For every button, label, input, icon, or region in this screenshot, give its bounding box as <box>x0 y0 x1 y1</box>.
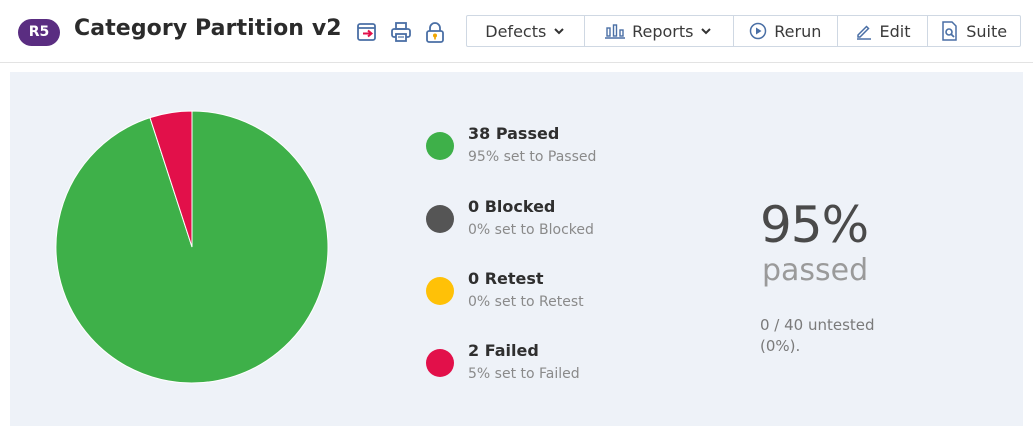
chevron-down-icon <box>553 25 565 37</box>
edit-button-label: Edit <box>879 21 911 41</box>
rerun-button[interactable]: Rerun <box>734 16 838 46</box>
legend-count: 2 Failed <box>468 341 539 360</box>
run-summary-panel: 38 Passed 95% set to Passed 0 Blocked 0%… <box>10 72 1023 426</box>
lock-icon[interactable] <box>423 20 447 44</box>
untested-count: 0 / 40 untested <box>760 316 875 334</box>
legend-percent: 0% set to Retest <box>468 294 584 310</box>
untested-percent: (0%). <box>760 337 801 355</box>
run-header: R5 Category Partition v2 Defects Reports… <box>0 0 1033 63</box>
rerun-button-label: Rerun <box>774 21 822 41</box>
legend-percent: 5% set to Failed <box>468 366 580 382</box>
pass-percentage: 95% <box>760 196 869 254</box>
legend-percent: 95% set to Passed <box>468 149 597 165</box>
pencil-icon <box>855 22 873 40</box>
status-pie-chart <box>55 110 329 384</box>
play-circle-icon <box>749 22 767 40</box>
edit-button[interactable]: Edit <box>838 16 929 46</box>
run-id-badge: R5 <box>18 19 60 46</box>
defects-button-label: Defects <box>485 21 547 41</box>
page-title: Category Partition v2 <box>74 16 342 41</box>
retest-status-dot <box>426 277 454 305</box>
document-search-icon <box>941 21 959 41</box>
untested-summary: 0 / 40 untested (0%). <box>760 315 910 357</box>
legend-count: 0 Retest <box>468 269 544 288</box>
failed-status-dot <box>426 349 454 377</box>
suite-button[interactable]: Suite <box>928 16 1020 46</box>
bar-chart-icon <box>605 23 626 39</box>
reports-dropdown-button[interactable]: Reports <box>585 16 735 46</box>
defects-dropdown-button[interactable]: Defects <box>467 16 585 46</box>
legend-count: 38 Passed <box>468 124 560 143</box>
suite-button-label: Suite <box>966 21 1008 41</box>
toolbar: Defects Reports Rerun Edit Suite <box>466 15 1021 47</box>
blocked-status-dot <box>426 205 454 233</box>
print-icon[interactable] <box>389 20 413 44</box>
passed-status-dot <box>426 132 454 160</box>
export-icon[interactable] <box>355 20 379 44</box>
legend-percent: 0% set to Blocked <box>468 222 594 238</box>
pass-percentage-label: passed <box>762 253 869 288</box>
reports-button-label: Reports <box>632 21 694 41</box>
legend-count: 0 Blocked <box>468 197 556 216</box>
chevron-down-icon <box>700 25 712 37</box>
